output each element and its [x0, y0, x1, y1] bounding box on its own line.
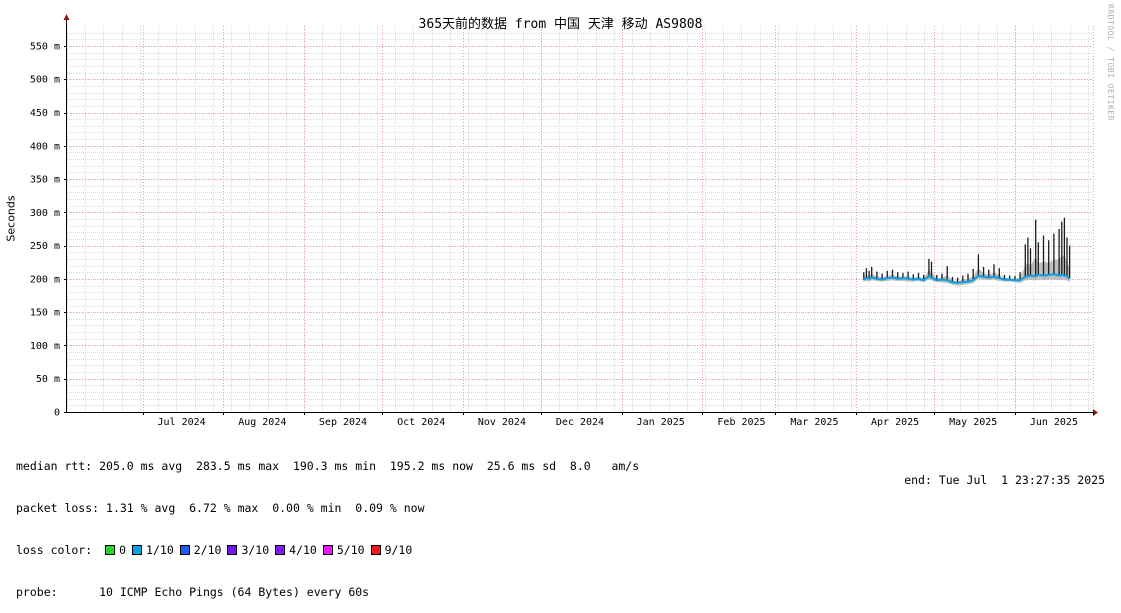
y-tick-label: 250 m: [30, 241, 60, 252]
packet-loss-label: packet loss:: [16, 501, 100, 515]
loss-color-item-label: 9/10: [384, 543, 413, 557]
rrdtool-watermark: RRDTOOL / TOBI OETIKER: [1106, 4, 1115, 121]
x-tick-label: Jun 2025: [1030, 417, 1078, 428]
y-tick-label: 550 m: [30, 42, 60, 53]
y-tick-label: 500 m: [30, 75, 60, 86]
x-tick-label: Aug 2024: [238, 417, 286, 428]
loss-color-row: loss color: 0 1/10 2/10 3/10 4/10 5/10 9/10: [16, 543, 639, 557]
x-tick-label: Mar 2025: [790, 417, 838, 428]
y-tick-label: 0: [54, 408, 60, 419]
loss-color-swatch: [132, 545, 143, 555]
x-tick-label: Nov 2024: [478, 417, 526, 428]
y-axis-ticks: 0 50 m 100 m 150 m 200 m 250 m 300 m 350 m 400 m…: [30, 42, 67, 419]
y-axis-label: Seconds: [4, 195, 18, 242]
y-tick-label: 150 m: [30, 308, 60, 319]
loss-color-label: loss color:: [16, 543, 93, 557]
loss-color-item-label: 1/10: [146, 543, 174, 557]
x-tick-label: Oct 2024: [397, 417, 445, 428]
probe-text: 10 ICMP Echo Pings (64 Bytes) every 60s: [57, 585, 370, 599]
y-tick-label: 450 m: [30, 108, 60, 119]
x-tick-label: Sep 2024: [319, 417, 367, 428]
x-tick-label: Dec 2024: [556, 417, 604, 428]
loss-color-swatch: [275, 545, 286, 555]
loss-color-swatch: [227, 545, 238, 555]
median-rtt-row: median rtt: 205.0 ms avg 283.5 ms max 19…: [16, 459, 639, 473]
median-rtt-label: median rtt:: [16, 459, 93, 473]
loss-color-item-label: 3/10: [241, 543, 270, 557]
loss-color-swatch: [179, 545, 190, 555]
y-tick-label: 200 m: [30, 274, 60, 285]
y-tick-label: 50 m: [36, 374, 60, 385]
x-tick-label: May 2025: [949, 417, 997, 428]
y-tick-label: 350 m: [30, 175, 60, 186]
y-tick-label: 400 m: [30, 141, 60, 152]
loss-color-swatch: [105, 545, 116, 555]
loss-color-item-label: 2/10: [193, 543, 222, 557]
x-axis-ticks: Jul 2024 Aug 2024 Sep 2024 Oct 2024 Nov 2024…: [143, 412, 1094, 428]
loss-color-swatch: [322, 545, 333, 555]
y-tick-label: 100 m: [30, 341, 60, 352]
median-rtt-stats: 205.0 ms avg 283.5 ms max 190.3 ms min 1…: [92, 459, 640, 473]
loss-color-item-label: 0: [119, 543, 127, 557]
packet-loss-row: packet loss: 1.31 % avg 6.72 % max 0.00 …: [16, 501, 639, 515]
x-tick-label: Jan 2025: [637, 417, 685, 428]
loss-color-swatch: [370, 545, 381, 555]
probe-row: probe: 10 ICMP Echo Pings (64 Bytes) eve…: [16, 585, 639, 599]
chart-title: 365天前的数据 from 中国 天津 移动 AS9808: [418, 17, 703, 32]
loss-color-item-label: 4/10: [289, 543, 317, 557]
x-tick-label: Apr 2025: [871, 417, 919, 428]
y-tick-label: 300 m: [30, 208, 60, 219]
x-tick-label: Jul 2024: [158, 417, 206, 428]
x-tick-label: Feb 2025: [717, 417, 765, 428]
smokeping-chart: 0 50 m 100 m 150 m 200 m 250 m 300 m 350 m 400 m…: [30, 14, 1098, 428]
loss-color-item-label: 5/10: [336, 543, 365, 557]
packet-loss-stats: 1.31 % avg 6.72 % max 0.00 % min 0.09 % …: [106, 501, 425, 515]
end-time: end: Tue Jul 1 23:27:35 2025: [904, 473, 1105, 487]
legend: median rtt: 205.0 ms avg 283.5 ms max 19…: [16, 431, 639, 613]
probe-label: probe:: [16, 585, 58, 599]
